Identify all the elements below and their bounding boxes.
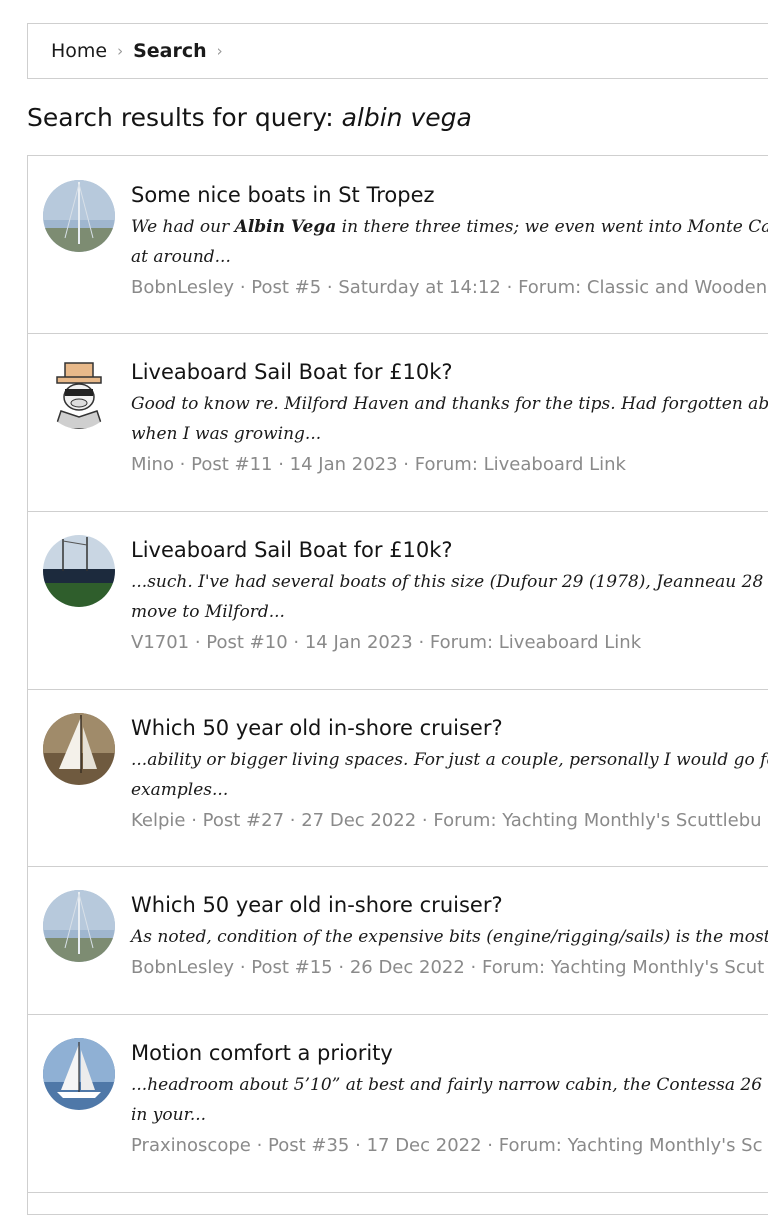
result-post-number[interactable]: Post #15 (251, 957, 332, 978)
search-result-meta: BobnLesley · Post #5 · Saturday at 14:12… (131, 275, 768, 301)
search-result-item: Some nice boats in St Tropez We had our … (28, 156, 768, 334)
meta-separator: · (287, 632, 305, 653)
search-result-item: Liveaboard Sail Boat for £10k? Good to k… (28, 333, 768, 512)
result-date: 27 Dec 2022 (301, 810, 417, 831)
result-forum[interactable]: Forum: Liveaboard Link (415, 454, 626, 475)
result-date: 14 Jan 2023 (289, 454, 398, 475)
result-post-number[interactable]: Post #35 (268, 1135, 349, 1156)
avatar-sailing-yacht[interactable] (43, 1038, 115, 1110)
search-result-snippet: ...such. I've had several boats of this … (131, 567, 768, 627)
result-date: 17 Dec 2022 (366, 1135, 482, 1156)
breadcrumb-chevron-icon: › (117, 42, 124, 60)
result-forum[interactable]: Forum: Yachting Monthly's Sc (499, 1135, 763, 1156)
search-result-snippet: Good to know re. Milford Haven and thank… (131, 389, 768, 449)
snippet-text: when I was growing... (131, 424, 322, 444)
snippet-text: at around... (131, 247, 231, 267)
result-username[interactable]: Mino (131, 454, 174, 475)
avatar-sailboat-mast[interactable] (43, 180, 115, 252)
avatar-cartoon-spy[interactable] (43, 357, 115, 429)
search-result-body: Which 50 year old in-shore cruiser? As n… (131, 890, 768, 981)
meta-separator: · (416, 810, 434, 831)
snippet-text: in your... (131, 1105, 207, 1125)
meta-separator: · (234, 277, 252, 298)
meta-separator: · (189, 632, 207, 653)
search-result-body: Liveaboard Sail Boat for £10k? Good to k… (131, 357, 768, 478)
snippet-text: move to Milford... (131, 602, 285, 622)
search-result-title[interactable]: Motion comfort a priority (131, 1038, 768, 1068)
meta-separator: · (321, 277, 339, 298)
meta-separator: · (481, 1135, 499, 1156)
result-username[interactable]: BobnLesley (131, 957, 234, 978)
search-result-body: Motion comfort a priority ...headroom ab… (131, 1038, 768, 1159)
result-username[interactable]: BobnLesley (131, 277, 234, 298)
snippet-text: examples... (131, 780, 229, 800)
avatar-moored-yacht[interactable] (43, 535, 115, 607)
snippet-text: ...such. I've had several boats of this … (131, 572, 768, 592)
meta-separator: · (173, 454, 192, 475)
result-post-number[interactable]: Post #27 (203, 810, 284, 831)
meta-separator: · (284, 810, 302, 831)
search-result-body: Some nice boats in St Tropez We had our … (131, 180, 768, 301)
search-result-title[interactable]: Which 50 year old in-shore cruiser? (131, 713, 768, 743)
result-forum[interactable]: Forum: Liveaboard Link (430, 632, 641, 653)
search-result-title[interactable]: Some nice boats in St Tropez (131, 180, 768, 210)
search-result-snippet: ...headroom about 5’10” at best and fair… (131, 1070, 768, 1130)
search-result-snippet: ...ability or bigger living spaces. For … (131, 745, 768, 805)
page-title-prefix: Search results for query: (27, 103, 334, 132)
search-query: albin vega (341, 103, 472, 132)
snippet-text: ...headroom about 5’10” at best and fair… (131, 1075, 768, 1095)
meta-separator: · (185, 810, 203, 831)
page-title: Search results for query: albin vega (27, 103, 472, 132)
search-result-body: Which 50 year old in-shore cruiser? ...a… (131, 713, 768, 834)
result-post-number[interactable]: Post #11 (191, 454, 272, 475)
result-username[interactable]: V1701 (131, 632, 189, 653)
breadcrumb-search-link[interactable]: Search (133, 40, 207, 62)
result-post-number[interactable]: Post #10 (206, 632, 287, 653)
result-username[interactable]: Praxinoscope (131, 1135, 251, 1156)
meta-separator: · (234, 957, 252, 978)
search-result-title[interactable]: Which 50 year old in-shore cruiser? (131, 890, 768, 920)
search-result-snippet: As noted, condition of the expensive bit… (131, 927, 768, 947)
snippet-text: We had our (131, 217, 235, 237)
result-date: 14 Jan 2023 (304, 632, 413, 653)
result-forum[interactable]: Forum: Classic and Wooden (518, 277, 767, 298)
search-result-item: Motion comfort a priority ...headroom ab… (28, 1014, 768, 1193)
meta-separator: · (272, 454, 290, 475)
snippet-highlight: Albin Vega (234, 217, 337, 237)
meta-separator: · (250, 1135, 269, 1156)
result-date: 26 Dec 2022 (349, 957, 465, 978)
search-result-snippet: We had our Albin Vega in there three tim… (131, 212, 768, 272)
result-date: Saturday at 14:12 (338, 277, 501, 298)
search-result-meta: Mino · Post #11 · 14 Jan 2023 · Forum: L… (131, 452, 768, 478)
meta-separator: · (464, 957, 482, 978)
breadcrumb-chevron-icon: › (216, 42, 223, 60)
result-username[interactable]: Kelpie (131, 810, 185, 831)
search-result-item: Liveaboard Sail Boat for £10k? ...such. … (28, 511, 768, 690)
avatar-sail-closeup[interactable] (43, 713, 115, 785)
breadcrumb: Home › Search › (27, 23, 768, 79)
snippet-text: in there three times; we even went into … (336, 217, 768, 237)
search-result-item: Which 50 year old in-shore cruiser? ...a… (28, 689, 768, 867)
breadcrumb-home-link[interactable]: Home (51, 40, 107, 62)
meta-separator: · (397, 454, 415, 475)
search-result-meta: Kelpie · Post #27 · 27 Dec 2022 · Forum:… (131, 808, 768, 834)
meta-separator: · (500, 277, 519, 298)
search-result-meta: V1701 · Post #10 · 14 Jan 2023 · Forum: … (131, 630, 768, 656)
snippet-text: Good to know re. Milford Haven and thank… (131, 394, 768, 414)
meta-separator: · (412, 632, 430, 653)
avatar-sailboat-mast[interactable] (43, 890, 115, 962)
meta-separator: · (349, 1135, 367, 1156)
search-result-item: Which 50 year old in-shore cruiser? As n… (28, 866, 768, 1015)
search-result-meta: BobnLesley · Post #15 · 26 Dec 2022 · Fo… (131, 955, 768, 981)
result-forum[interactable]: Forum: Yachting Monthly's Scuttlebu (433, 810, 761, 831)
search-result-title[interactable]: Liveaboard Sail Boat for £10k? (131, 535, 768, 565)
search-result-body: Liveaboard Sail Boat for £10k? ...such. … (131, 535, 768, 656)
search-result-meta: Praxinoscope · Post #35 · 17 Dec 2022 · … (131, 1133, 768, 1159)
search-results-list: Some nice boats in St Tropez We had our … (27, 155, 768, 1215)
snippet-text: ...ability or bigger living spaces. For … (131, 750, 768, 770)
result-post-number[interactable]: Post #5 (251, 277, 321, 298)
meta-separator: · (332, 957, 350, 978)
result-forum[interactable]: Forum: Yachting Monthly's Scut (482, 957, 764, 978)
search-result-title[interactable]: Liveaboard Sail Boat for £10k? (131, 357, 768, 387)
